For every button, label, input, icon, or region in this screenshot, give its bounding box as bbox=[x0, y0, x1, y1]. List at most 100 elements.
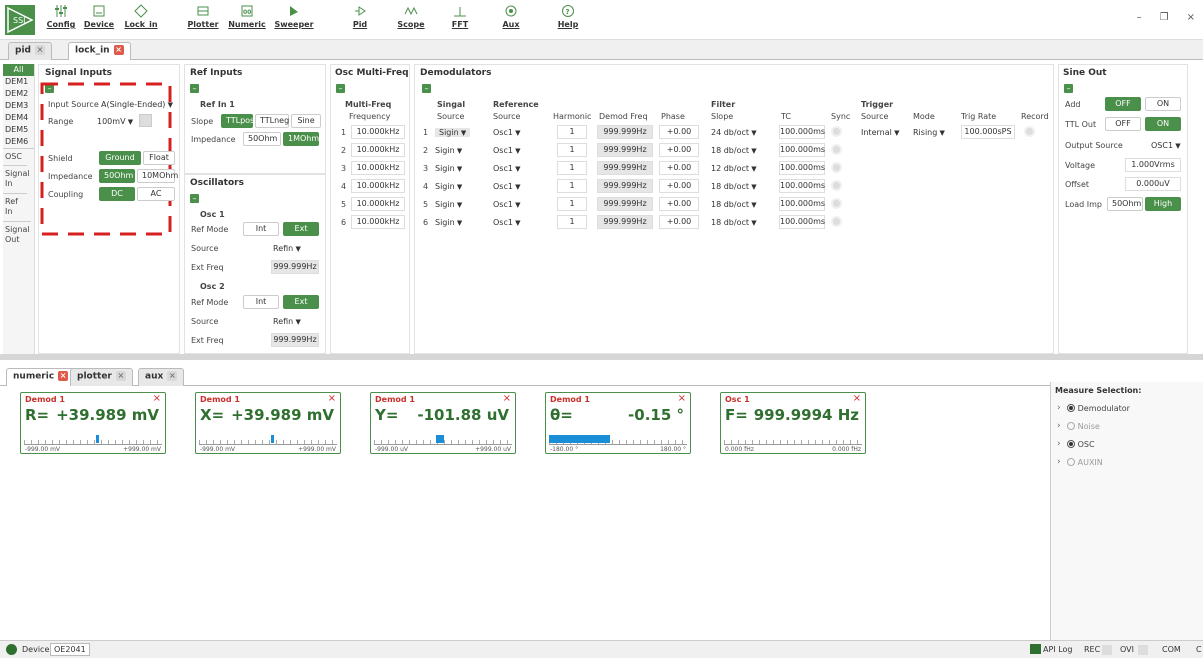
phase-field[interactable]: +0.00 bbox=[659, 197, 699, 211]
nav-item-signal-out[interactable]: Signal Out bbox=[3, 221, 31, 249]
radio-icon[interactable] bbox=[1066, 404, 1075, 412]
signal-source-select[interactable]: Sigin bbox=[435, 182, 462, 191]
phase-field[interactable]: +0.00 bbox=[659, 161, 699, 175]
harmonic-field[interactable]: 1 bbox=[557, 197, 587, 211]
api-log-icon[interactable] bbox=[1030, 644, 1041, 654]
ref-imp-1mohm-button[interactable]: 1MOhm bbox=[283, 132, 319, 146]
nav-item-ref-in[interactable]: Ref In bbox=[3, 193, 27, 221]
close-tab-icon[interactable]: × bbox=[113, 45, 124, 55]
filter-slope-select[interactable]: 18 db/oct bbox=[711, 200, 757, 209]
measure-item[interactable]: › AUXIN bbox=[1057, 457, 1203, 467]
close-tab-icon[interactable]: × bbox=[58, 371, 69, 381]
phase-field[interactable]: +0.00 bbox=[659, 125, 699, 139]
collapse-icon[interactable]: – bbox=[190, 194, 199, 203]
input-source-select[interactable]: A(Single-Ended) bbox=[101, 100, 173, 109]
osc1-ext-button[interactable]: Ext bbox=[283, 222, 319, 236]
close-meter-icon[interactable]: × bbox=[678, 393, 686, 404]
signal-source-select[interactable]: Sigin bbox=[435, 218, 462, 227]
harmonic-field[interactable]: 1 bbox=[557, 125, 587, 139]
phase-field[interactable]: +0.00 bbox=[659, 179, 699, 193]
ref-imp-50ohm-button[interactable]: 50Ohm bbox=[243, 132, 281, 146]
nav-item-signal-in[interactable]: Signal In bbox=[3, 165, 30, 193]
phase-field[interactable]: +0.00 bbox=[659, 215, 699, 229]
sync-toggle[interactable] bbox=[831, 126, 842, 137]
nav-item-dem5[interactable]: DEM5 bbox=[3, 124, 34, 136]
tc-field[interactable]: 100.000ms bbox=[779, 215, 825, 229]
coupling-dc-button[interactable]: DC bbox=[99, 187, 135, 201]
load-50ohm-button[interactable]: 50Ohm bbox=[1107, 197, 1143, 211]
osc1-int-button[interactable]: Int bbox=[243, 222, 279, 236]
api-log-label[interactable]: API Log bbox=[1043, 645, 1073, 654]
collapse-icon[interactable]: – bbox=[422, 84, 431, 93]
harmonic-field[interactable]: 1 bbox=[557, 179, 587, 193]
collapse-icon[interactable]: – bbox=[336, 84, 345, 93]
nav-item-dem3[interactable]: DEM3 bbox=[3, 100, 34, 112]
tc-field[interactable]: 100.000ms bbox=[779, 161, 825, 175]
ribbon-plotter-button[interactable]: Plotter bbox=[186, 4, 220, 36]
pane-splitter[interactable] bbox=[0, 354, 1203, 360]
nav-item-dem6[interactable]: DEM6 bbox=[3, 136, 34, 148]
ribbon-scope-button[interactable]: Scope bbox=[396, 4, 426, 36]
multifreq-frequency-field[interactable]: 10.000kHz bbox=[351, 179, 405, 193]
coupling-ac-button[interactable]: AC bbox=[137, 187, 175, 201]
shield-float-button[interactable]: Float bbox=[143, 151, 175, 165]
close-meter-icon[interactable]: × bbox=[503, 393, 511, 404]
tab-lock-in[interactable]: lock_in × bbox=[68, 42, 131, 60]
multifreq-frequency-field[interactable]: 10.000kHz bbox=[351, 215, 405, 229]
signal-source-select[interactable]: Sigin bbox=[435, 200, 462, 209]
signal-source-select[interactable]: Sigin bbox=[435, 164, 462, 173]
harmonic-field[interactable]: 1 bbox=[557, 215, 587, 229]
impedance-10mohm-button[interactable]: 10MOhm bbox=[137, 169, 178, 183]
collapse-icon[interactable]: – bbox=[190, 84, 199, 93]
chevron-right-icon[interactable]: › bbox=[1057, 439, 1061, 449]
sync-toggle[interactable] bbox=[831, 198, 842, 209]
radio-icon[interactable] bbox=[1066, 422, 1075, 430]
nav-item-dem2[interactable]: DEM2 bbox=[3, 88, 34, 100]
close-tab-icon[interactable]: × bbox=[167, 371, 178, 381]
chevron-right-icon[interactable]: › bbox=[1057, 421, 1061, 431]
reference-source-select[interactable]: Osc1 bbox=[493, 182, 547, 191]
multifreq-frequency-field[interactable]: 10.000kHz bbox=[351, 197, 405, 211]
tc-field[interactable]: 100.000ms bbox=[779, 197, 825, 211]
ttl-off-button[interactable]: OFF bbox=[1105, 117, 1141, 131]
filter-slope-select[interactable]: 18 db/oct bbox=[711, 218, 757, 227]
restore-icon[interactable]: ❐ bbox=[1160, 12, 1169, 23]
reference-source-select[interactable]: Osc1 bbox=[493, 164, 547, 173]
radio-icon[interactable] bbox=[1066, 458, 1075, 466]
ribbon-numeric-button[interactable]: 00 Numeric bbox=[228, 4, 266, 36]
tab-numeric[interactable]: numeric × bbox=[6, 368, 76, 386]
ribbon-aux-button[interactable]: Aux bbox=[500, 4, 522, 36]
trigger-source-select[interactable]: Internal bbox=[861, 128, 899, 137]
osc2-source-select[interactable]: Refin bbox=[273, 317, 301, 326]
trigger-mode-select[interactable]: Rising bbox=[913, 128, 945, 137]
close-meter-icon[interactable]: × bbox=[328, 393, 336, 404]
reference-source-select[interactable]: Osc1 bbox=[493, 128, 547, 137]
phase-field[interactable]: +0.00 bbox=[659, 143, 699, 157]
ribbon-help-button[interactable]: ? Help bbox=[554, 4, 582, 36]
slope-sine-button[interactable]: Sine bbox=[291, 114, 321, 128]
reference-source-select[interactable]: Osc1 bbox=[493, 200, 547, 209]
osc2-int-button[interactable]: Int bbox=[243, 295, 279, 309]
close-icon[interactable]: × bbox=[1187, 12, 1195, 23]
ribbon-pid-button[interactable]: Pid bbox=[350, 4, 370, 36]
reference-source-select[interactable]: Osc1 bbox=[493, 218, 547, 227]
filter-slope-select[interactable]: 12 db/oct bbox=[711, 164, 757, 173]
range-auto-toggle[interactable] bbox=[139, 114, 152, 127]
ribbon-config-button[interactable]: Config bbox=[46, 4, 76, 36]
osc1-source-select[interactable]: Refin bbox=[273, 244, 301, 253]
close-tab-icon[interactable]: × bbox=[34, 45, 45, 55]
sync-toggle[interactable] bbox=[831, 162, 842, 173]
nav-item-dem1[interactable]: DEM1 bbox=[3, 76, 34, 88]
harmonic-field[interactable]: 1 bbox=[557, 161, 587, 175]
collapse-icon[interactable]: – bbox=[1064, 84, 1073, 93]
measure-item[interactable]: › Noise bbox=[1057, 421, 1203, 431]
device-power-icon[interactable] bbox=[6, 644, 17, 655]
measure-item[interactable]: › OSC bbox=[1057, 439, 1203, 449]
range-select[interactable]: 100mV bbox=[97, 117, 133, 126]
tab-plotter[interactable]: plotter × bbox=[70, 368, 133, 386]
ribbon-sweeper-button[interactable]: Sweeper bbox=[274, 4, 314, 36]
add-off-button[interactable]: OFF bbox=[1105, 97, 1141, 111]
ribbon-lockin-button[interactable]: Lock_in bbox=[122, 4, 160, 36]
ribbon-device-button[interactable]: Device bbox=[82, 4, 116, 36]
multifreq-frequency-field[interactable]: 10.000kHz bbox=[351, 125, 405, 139]
